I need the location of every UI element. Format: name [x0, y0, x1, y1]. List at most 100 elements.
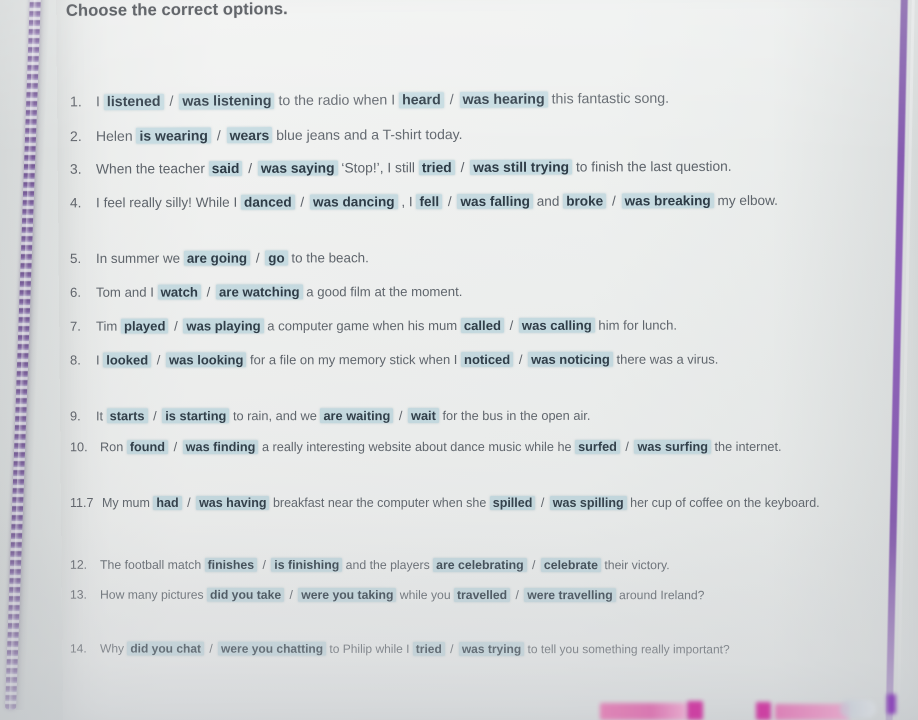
sentence-text: their victory. [604, 558, 670, 573]
option-choice[interactable]: is wearing [136, 127, 211, 144]
option-choice[interactable]: did you take [207, 587, 285, 602]
sentence-text: my elbow. [717, 192, 778, 209]
item-number: 3. [69, 161, 82, 177]
option-choice[interactable]: travelled [453, 587, 511, 603]
item-number: 9. [69, 408, 81, 424]
sentence-text: Why [99, 641, 128, 656]
option-choice[interactable]: was listening [179, 93, 275, 110]
option-choice[interactable]: was playing [183, 318, 264, 334]
sentence-text: Helen [95, 127, 137, 144]
option-separator: / [460, 160, 465, 176]
option-separator: / [216, 127, 221, 144]
option-choice[interactable]: are watching [215, 284, 303, 300]
option-choice[interactable]: is starting [162, 408, 230, 424]
option-choice[interactable]: was falling [457, 193, 533, 210]
option-separator: / [518, 351, 523, 367]
option-choice[interactable]: starts [106, 408, 148, 424]
sentence-text: to the radio when I [278, 92, 400, 110]
option-choice[interactable]: had [153, 496, 182, 510]
sentence-text: Tom and I [95, 284, 158, 300]
option-choice[interactable]: watch [157, 284, 201, 300]
option-choice[interactable]: said [208, 160, 243, 177]
exercise-item: 5. In summer we are going / go to the bea… [70, 245, 860, 271]
option-choice[interactable]: wears [226, 127, 273, 144]
option-separator: / [209, 641, 213, 656]
option-separator: / [515, 588, 519, 603]
option-choice[interactable]: finishes [204, 557, 258, 572]
option-choice[interactable]: were travelling [524, 588, 616, 603]
option-choice[interactable]: was saying [257, 160, 338, 176]
item-number: 1. [69, 94, 82, 111]
sentence-text: My mum [102, 496, 154, 510]
pink-artifact-3 [756, 702, 771, 720]
exercise-item: 11.7 My mum had / was having breakfast ne… [70, 492, 854, 516]
item-text: Ron found / was finding a really interes… [70, 436, 856, 460]
sentence-text: a computer game when his mum [267, 318, 461, 334]
option-choice[interactable]: played [120, 318, 169, 334]
option-separator: / [262, 557, 266, 572]
option-separator: / [169, 93, 174, 110]
item-text: How many pictures did you take / were yo… [70, 584, 856, 608]
option-separator: / [206, 284, 211, 300]
sentence-text: Tim [95, 318, 121, 334]
exercise-item: 3. When the teacher said / was saying ‘St… [70, 154, 860, 182]
option-choice[interactable]: was trying [458, 641, 525, 657]
exercise-item: 9. It starts / is starting to rain, and w… [70, 404, 860, 428]
sentence-text: ‘Stop!’, I still [341, 160, 419, 176]
option-choice[interactable]: danced [241, 194, 295, 210]
option-choice[interactable]: fell [416, 194, 443, 210]
option-choice[interactable]: heard [399, 92, 444, 109]
option-choice[interactable]: listened [103, 93, 164, 111]
option-separator: / [540, 496, 545, 510]
option-choice[interactable]: noticed [460, 351, 514, 368]
option-choice[interactable]: spilled [489, 496, 536, 510]
option-choice[interactable]: was hearing [459, 91, 548, 109]
option-choice[interactable]: were you taking [298, 587, 397, 602]
exercise-item: 10. Ron found / was finding a really inte… [70, 436, 856, 460]
option-separator: / [255, 250, 260, 266]
option-choice[interactable]: was looking [166, 352, 247, 368]
sentence-text: there was a virus. [616, 351, 719, 367]
sentence-text: her cup of coffee on the keyboard. [630, 496, 820, 510]
item-text: Helen is wearing / wears blue jeans and … [70, 120, 860, 149]
option-choice[interactable]: called [460, 317, 504, 334]
option-choice[interactable]: broke [563, 193, 607, 209]
option-choice[interactable]: was surfing [634, 439, 711, 454]
exercise-item: 6. Tom and I watch / are watching a good … [70, 279, 860, 305]
option-choice[interactable]: did you chat [127, 641, 205, 656]
page-title: Choose the correct options. [65, 0, 288, 20]
option-separator: / [153, 408, 157, 424]
sentence-text: I feel really silly! While I [95, 194, 242, 211]
pink-artifact-2 [687, 701, 703, 720]
option-choice[interactable]: was calling [518, 317, 595, 333]
option-choice[interactable]: celebrate [540, 558, 601, 573]
option-choice[interactable]: was breaking [621, 193, 714, 209]
option-choice[interactable]: was spilling [549, 496, 627, 510]
option-choice[interactable]: wait [407, 408, 439, 424]
option-choice[interactable]: are going [183, 250, 251, 266]
option-separator: / [611, 193, 616, 209]
option-choice[interactable]: looked [103, 352, 152, 368]
option-choice[interactable]: are celebrating [433, 557, 527, 573]
option-choice[interactable]: found [126, 440, 169, 455]
option-choice[interactable]: surfed [575, 439, 620, 454]
option-separator: / [509, 317, 514, 333]
item-number: 5. [69, 251, 82, 267]
sentence-text: for the bus in the open air. [442, 407, 591, 424]
option-choice[interactable]: was dancing [309, 194, 398, 210]
option-choice[interactable]: was noticing [528, 351, 613, 367]
option-choice[interactable]: are waiting [320, 408, 394, 424]
exercise-item: 2. Helen is wearing / wears blue jeans an… [70, 120, 860, 149]
item-text: I looked / was looking for a file on my … [70, 347, 860, 372]
option-choice[interactable]: were you chatting [218, 641, 327, 656]
option-separator: / [625, 439, 629, 454]
option-choice[interactable]: tried [418, 160, 455, 176]
option-choice[interactable]: tried [412, 641, 445, 656]
option-choice[interactable]: was finding [182, 440, 259, 455]
option-choice[interactable]: is finishing [271, 557, 343, 572]
option-choice[interactable]: go [265, 250, 288, 266]
option-choice[interactable]: was still trying [470, 159, 573, 175]
option-choice[interactable]: was having [196, 496, 270, 510]
sentence-text: When the teacher [95, 161, 209, 177]
option-separator: / [174, 318, 178, 334]
